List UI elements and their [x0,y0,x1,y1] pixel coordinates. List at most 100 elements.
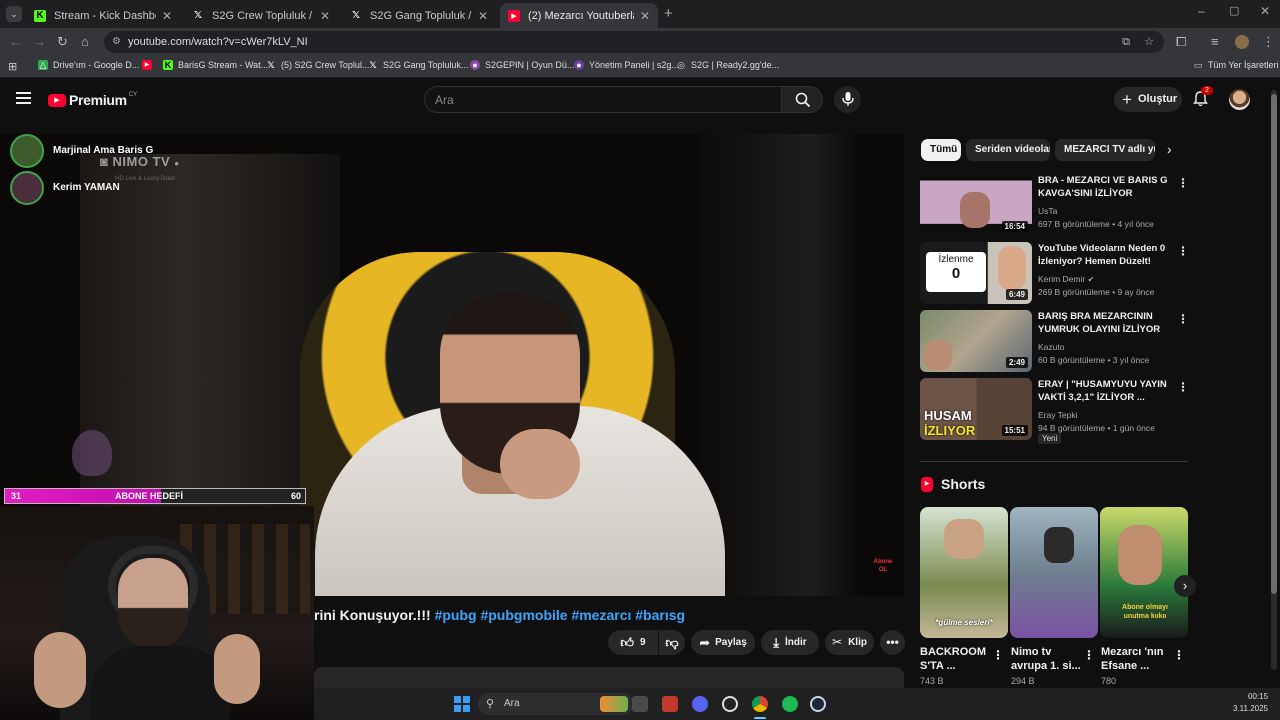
video-thumbnail[interactable]: 2:49 [920,310,1032,372]
discord-icon[interactable] [692,696,708,712]
short-thumbnail[interactable]: *gülme sesleri* [920,507,1008,638]
tab-search-button[interactable]: ⌄ [6,6,22,22]
back-icon[interactable]: ← [9,34,22,49]
video-thumbnail[interactable]: İzlenme 0 6:49 [920,242,1032,304]
bookmark-s2g-gang[interactable]: 𝕏 S2G Gang Topluluk... [368,60,468,70]
video-thumbnail[interactable]: HUSAM İZLIYOR 15:51 [920,378,1032,440]
site-info-icon[interactable]: ⚙ [112,31,121,53]
menu-icon[interactable]: ⋮ [1262,34,1275,50]
bookmark-drive[interactable]: △ Drive'ım - Google D... [38,60,139,70]
recommendation-title[interactable]: BRA - MEZARCI VE BARIS G KAVGA'SINI İZLİ… [1038,174,1173,200]
media-control-icon[interactable]: ≡ [1211,34,1219,49]
youtube-app-icon[interactable] [662,696,678,712]
more-actions-button[interactable]: ••• [880,630,905,655]
recommendation-item[interactable]: HUSAM İZLIYOR 15:51 ERAY | "HUSAMYUYU YA… [920,378,1190,444]
chevron-right-icon[interactable]: › [1167,141,1172,157]
windows-taskbar: ⚲ Ara 00:15 3.11.2025 [314,688,1280,720]
short-title[interactable]: Mezarcı 'nın Efsane ... [1101,645,1176,673]
channel-name[interactable]: Eray Tepki [1038,410,1078,420]
short-thumbnail[interactable] [1010,507,1098,638]
dislike-button[interactable]: 👎︎ [659,630,685,655]
home-icon[interactable]: ⌂ [81,34,89,49]
bookmark-yonetim[interactable]: ● Yönetim Paneli | s2g... [574,60,679,70]
reload-icon[interactable]: ↻ [57,34,68,50]
clock-date[interactable]: 3.11.2025 [1233,704,1268,713]
obs-icon[interactable] [722,696,738,712]
task-view-icon[interactable] [632,696,648,712]
steam-icon[interactable] [810,696,826,712]
account-avatar[interactable] [1229,89,1250,110]
more-vertical-icon[interactable]: ⋮ [1177,380,1189,394]
more-vertical-icon[interactable]: ⋮ [1177,176,1189,190]
download-button[interactable]: ⤓ İndir [761,630,819,655]
extensions-icon[interactable]: ⧠ [1176,34,1186,50]
hamburger-menu-icon[interactable] [16,92,31,104]
share-button[interactable]: ➦ Paylaş [691,630,755,655]
bookmark-star-icon[interactable]: ☆ [1144,31,1154,53]
search-input[interactable]: Ara [424,86,782,113]
profile-avatar[interactable] [1235,35,1249,49]
youtube-logo[interactable]: ▶ Premium CY [48,92,137,108]
bookmark-ready2gg[interactable]: ◎ S2G | Ready2.gg'de... [676,60,779,70]
recommendation-title[interactable]: BARIŞ BRA MEZARCININ YUMRUK OLAYINI İZLİ… [1038,310,1173,338]
video-thumbnail[interactable]: 16:54 [920,174,1032,236]
scrollbar-thumb[interactable] [1271,94,1277,594]
recommendation-item[interactable]: 2:49 BARIŞ BRA MEZARCININ YUMRUK OLAYINI… [920,310,1190,372]
chrome-icon[interactable] [752,696,768,712]
new-tab-button[interactable]: + [664,5,673,22]
bookmark-barisg[interactable]: K BarisG Stream - Wat... [163,60,268,70]
recommendation-item[interactable]: 16:54 BRA - MEZARCI VE BARIS G KAVGA'SIN… [920,174,1190,236]
channel-name[interactable]: UsTa [1038,206,1057,216]
clip-button[interactable]: ✂ Klip [825,630,874,655]
minimize-icon[interactable]: – [1198,4,1205,18]
close-icon[interactable]: ✕ [320,9,330,23]
short-thumbnail[interactable]: Abone olmayı unutma kııkıı [1100,507,1188,638]
search-button[interactable] [781,86,823,113]
like-button[interactable]: 👍︎ 9 [608,630,658,655]
video-hashtags[interactable]: #pubg #pubgmobile #mezarcı #barısg [435,607,686,623]
page-scrollbar[interactable] [1271,90,1277,670]
browser-tab-x-gang[interactable]: 𝕏 S2G Gang Topluluk / X ✕ [342,3,496,28]
short-title[interactable]: Nimo tv avrupa 1. si... [1011,645,1086,673]
create-button[interactable]: + Oluştur [1114,87,1182,112]
recommendation-item[interactable]: İzlenme 0 6:49 YouTube Videoların Neden … [920,242,1190,304]
chip-all[interactable]: Tümü [921,139,961,161]
short-title[interactable]: BACKROOM S'TA ... [920,645,995,673]
bookmark-s2g-crew[interactable]: 𝕏 (5) S2G Crew Toplul... [266,60,369,70]
spotify-icon[interactable] [782,696,798,712]
bookmark-label: S2G | Ready2.gg'de... [691,60,780,70]
clock-time[interactable]: 00:15 [1248,692,1268,701]
address-bar[interactable]: ⚙ youtube.com/watch?v=cWer7kLV_NI ⧉ ☆ [104,31,1164,53]
channel-name[interactable]: Kazuto [1038,342,1064,352]
window-close-icon[interactable]: ✕ [1260,4,1270,18]
shorts-title: Shorts [941,476,986,492]
chip-channel[interactable]: MEZARCI TV adlı yük [1055,139,1155,161]
taskbar-search[interactable]: ⚲ Ara [478,693,634,715]
bookmark-s2gepin[interactable]: ● S2GEPIN | Oyun Dü... [470,60,574,70]
recommendation-title[interactable]: YouTube Videoların Neden 0 İzleniyor? He… [1038,242,1173,268]
youtube-header: ▶ Premium CY Ara + Oluştur 2 [0,80,1280,120]
more-vertical-icon[interactable]: ⋮ [1177,312,1189,326]
all-bookmarks[interactable]: ▭ Tüm Yer İşaretleri [1193,60,1279,70]
browser-tab-kick[interactable]: K Stream - Kick Dashboard ✕ [26,3,180,28]
chip-series[interactable]: Seriden videolar [966,139,1050,161]
channel-line[interactable]: Kerim Demir ✔ [1038,274,1094,284]
forward-icon[interactable]: → [33,34,46,49]
notifications-button[interactable]: 2 [1192,86,1213,110]
close-icon[interactable]: ✕ [478,9,488,23]
close-icon[interactable]: ✕ [640,9,650,23]
more-vertical-icon[interactable]: ⋮ [1177,244,1189,258]
more-vertical-icon[interactable]: ⋮ [1173,648,1185,662]
recommendation-title[interactable]: ERAY | "HUSAMYUYU YAYIN VAKTİ 3,2,1" İZL… [1038,378,1173,404]
browser-tab-youtube[interactable]: ▶ (2) Mezarcı Youtuberlar Hakkında ✕ [500,3,658,28]
voice-search-button[interactable] [834,86,861,113]
shorts-next-button[interactable]: › [1174,575,1196,597]
windows-start-icon[interactable] [454,696,470,712]
more-vertical-icon[interactable]: ⋮ [1083,648,1095,662]
cast-icon[interactable]: ⧉ [1122,31,1130,53]
more-vertical-icon[interactable]: ⋮ [992,648,1004,662]
maximize-icon[interactable]: ▢ [1229,4,1239,17]
apps-grid-icon[interactable]: ⊞ [8,60,17,73]
browser-tab-x-crew[interactable]: 𝕏 S2G Crew Topluluk / X ✕ [184,3,338,28]
close-icon[interactable]: ✕ [162,9,172,23]
